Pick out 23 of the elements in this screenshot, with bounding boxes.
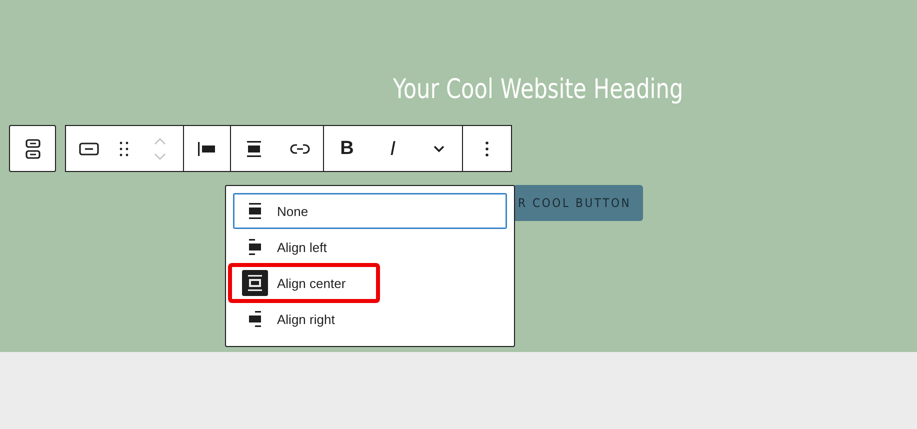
more-options-icon[interactable]: [463, 125, 512, 172]
align-left-button[interactable]: [184, 125, 230, 172]
left-align-icon: [247, 238, 263, 256]
select-parent-button[interactable]: [9, 125, 56, 172]
align-left-icon: [197, 140, 217, 156]
move-arrows-icon[interactable]: [137, 125, 183, 172]
italic-button[interactable]: I: [370, 125, 416, 172]
alignment-option[interactable]: None: [233, 193, 507, 229]
link-icon[interactable]: [277, 125, 323, 172]
right-align-icon: [247, 310, 263, 328]
none-align-icon: [247, 202, 263, 220]
center-align-icon: [247, 274, 263, 292]
website-heading: Your Cool Website Heading: [393, 73, 684, 107]
stacked-blocks-icon: [24, 138, 40, 160]
caret-icon[interactable]: [416, 125, 462, 172]
bold-button[interactable]: B: [324, 125, 370, 172]
button-block-icon: [78, 142, 98, 156]
align-center-button[interactable]: [231, 125, 277, 172]
align-center-icon: [246, 140, 262, 158]
block-type-button[interactable]: [65, 125, 111, 172]
alignment-option[interactable]: Align center: [230, 265, 378, 301]
alignment-option[interactable]: Align left: [233, 229, 507, 265]
alignment-option[interactable]: Align right: [233, 301, 507, 337]
